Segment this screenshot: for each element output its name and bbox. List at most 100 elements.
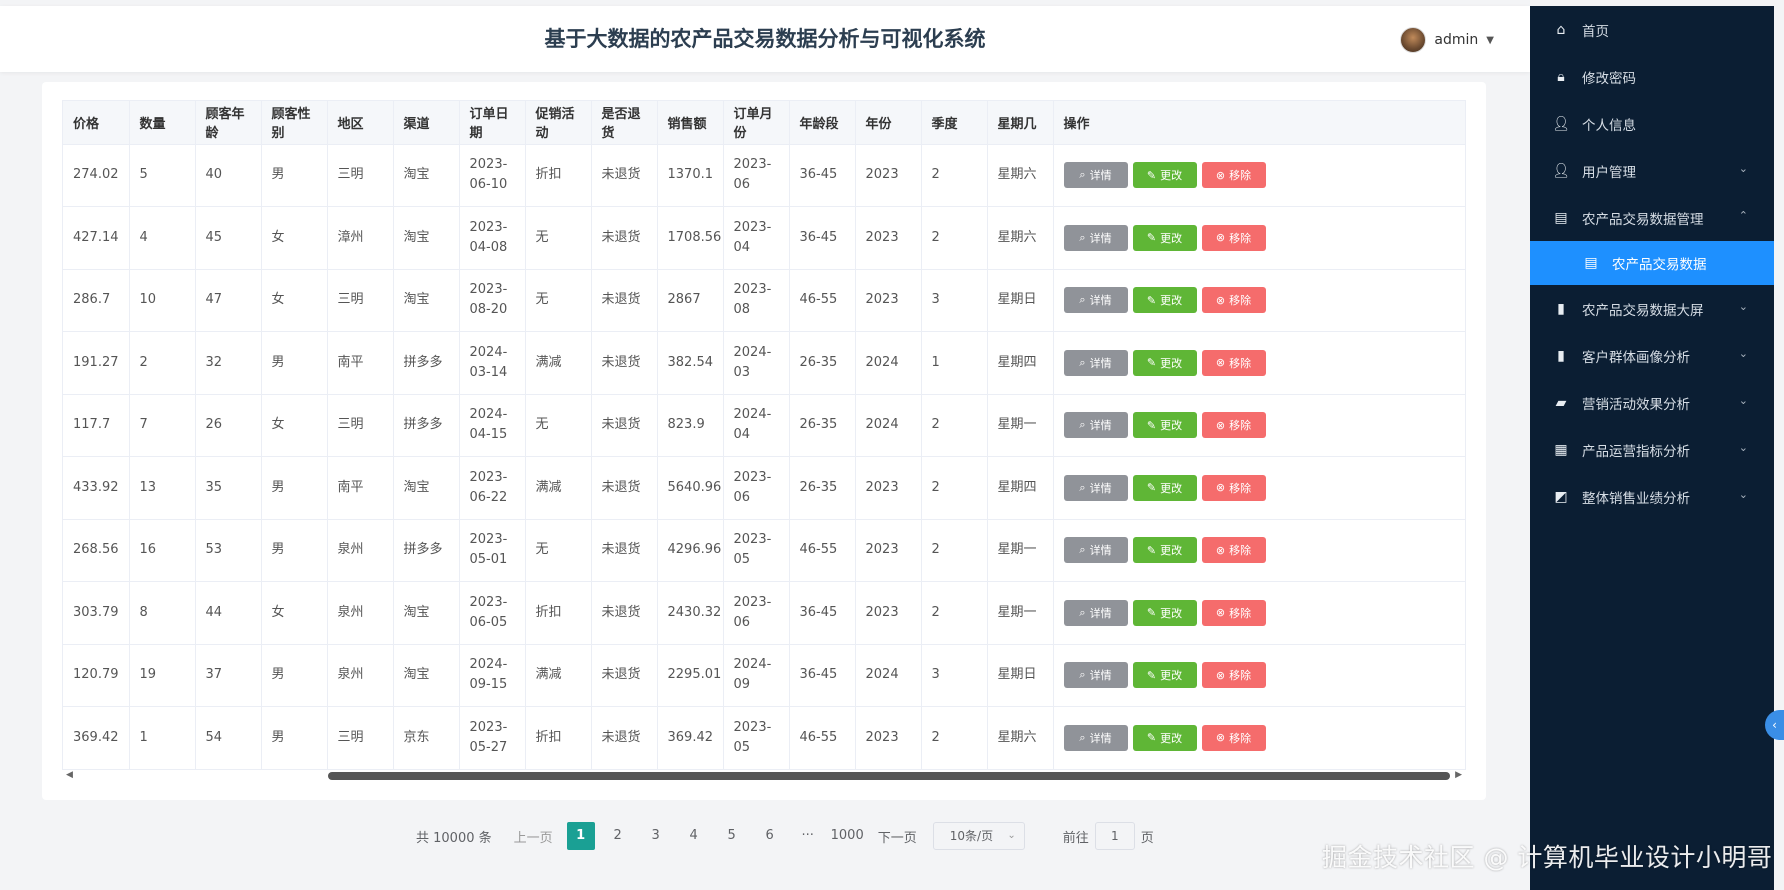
table-cell: 2023 — [855, 706, 922, 769]
table-cell: 星期一 — [987, 394, 1054, 457]
sidebar-item[interactable]: 👤︎ 个人信息 — [1530, 100, 1774, 147]
table-cell: 男 — [261, 144, 328, 207]
edit-button[interactable]: ✎ 更改 — [1132, 724, 1197, 751]
sidebar-item[interactable]: ▰ 营销活动效果分析 ⌄ — [1530, 379, 1774, 426]
table-cell: 南平 — [327, 456, 394, 520]
pencil-icon: ✎ — [1146, 168, 1157, 182]
view-button[interactable]: ⌕ 详情 — [1063, 724, 1128, 751]
view-button[interactable]: ⌕ 详情 — [1063, 349, 1128, 376]
scroll-right-icon[interactable]: ▶ — [1455, 770, 1462, 780]
edit-button[interactable]: ✎ 更改 — [1132, 287, 1197, 314]
scrollbar-thumb[interactable] — [328, 772, 1450, 780]
row-actions: ⌕ 详情 ✎ 更改 ⊗ 移除 — [1063, 537, 1458, 564]
view-button[interactable]: ⌕ 详情 — [1063, 287, 1128, 314]
view-button[interactable]: ⌕ 详情 — [1063, 412, 1128, 439]
table-cell: 女 — [261, 206, 328, 270]
delete-button[interactable]: ⊗ 移除 — [1201, 349, 1266, 376]
username[interactable]: admin — [1434, 32, 1478, 48]
page-number[interactable]: 5 — [717, 822, 747, 850]
sidebar-item[interactable]: ▦ 产品运营指标分析 ⌄ — [1530, 426, 1774, 473]
sidebar-item[interactable]: 🔒︎ 修改密码 — [1530, 53, 1774, 100]
table-cell: 47 — [195, 269, 262, 332]
view-button[interactable]: ⌕ 详情 — [1063, 662, 1128, 689]
page-number[interactable]: 1000 — [831, 822, 864, 850]
sidebar-item[interactable]: ◩ 整体销售业绩分析 ⌄ — [1530, 473, 1774, 520]
table-cell: 泉州 — [327, 644, 394, 707]
column-header: 销售额 — [657, 101, 724, 145]
more-pages-icon[interactable]: ··· — [793, 822, 823, 850]
edit-button[interactable]: ✎ 更改 — [1132, 349, 1197, 376]
table-cell: 286.7 — [63, 269, 130, 332]
delete-button[interactable]: ⊗ 移除 — [1201, 412, 1266, 439]
view-button[interactable]: ⌕ 详情 — [1063, 162, 1128, 189]
caret-down-icon[interactable]: ▼ — [1486, 35, 1494, 46]
sidebar-item[interactable]: ▮ 农产品交易数据大屏 ⌄ — [1530, 285, 1774, 332]
edit-button[interactable]: ✎ 更改 — [1132, 224, 1197, 251]
sidebar-item[interactable]: ▤ 农产品交易数据 — [1530, 241, 1774, 285]
horizontal-scrollbar[interactable]: ◀ ▶ — [62, 770, 1466, 782]
sidebar-item-label: 整体销售业绩分析 — [1582, 490, 1690, 507]
edit-button[interactable]: ✎ 更改 — [1132, 474, 1197, 501]
clipboard-icon: ▤ — [1584, 255, 1598, 271]
sidebar-item[interactable]: ▮ 客户群体画像分析 ⌄ — [1530, 332, 1774, 379]
page-number[interactable]: 2 — [603, 822, 633, 850]
view-button[interactable]: ⌕ 详情 — [1063, 224, 1128, 251]
view-button[interactable]: ⌕ 详情 — [1063, 474, 1128, 501]
table-row: 117.7 7 26 女三明 拼多多 2024-04-15 无未退货 823.9 2024-04… — [63, 394, 1465, 457]
table-cell: 5 — [129, 144, 196, 207]
table-cell: 2024-09-15 — [459, 644, 526, 707]
prev-page-button[interactable]: 上一页 — [514, 827, 553, 846]
table-cell: 2023-06 — [723, 456, 790, 520]
delete-button[interactable]: ⊗ 移除 — [1201, 599, 1266, 626]
page-numbers: 1 2 3 4 5 6 ··· 1000 — [563, 822, 868, 850]
page-number[interactable]: 4 — [679, 822, 709, 850]
app-root: 基于大数据的农产品交易数据分析与可视化系统 admin ▼ 价格 数量 顾客年龄 顾客… — [0, 0, 1784, 890]
table-cell: 2023-06-05 — [459, 581, 526, 645]
table-cell: 369.42 — [657, 706, 724, 769]
delete-button[interactable]: ⊗ 移除 — [1201, 724, 1266, 751]
table-cell: 星期日 — [987, 644, 1054, 707]
delete-button[interactable]: ⊗ 移除 — [1201, 662, 1266, 689]
edit-button[interactable]: ✎ 更改 — [1132, 412, 1197, 439]
page-size-select[interactable]: 10条/页 ⌄ — [932, 822, 1025, 850]
pencil-icon: ✎ — [1146, 543, 1157, 557]
view-button-label: 详情 — [1089, 356, 1112, 370]
user-menu[interactable]: admin ▼ — [1400, 26, 1494, 54]
edit-button[interactable]: ✎ 更改 — [1132, 537, 1197, 564]
bar-chart-icon: ▮ — [1557, 300, 1565, 317]
table-cell: 南平 — [327, 331, 394, 395]
table-row: 274.02 5 40 男三明 淘宝 2023-06-10 折扣 未退货 1370.1 2023-… — [63, 144, 1465, 207]
edit-button[interactable]: ✎ 更改 — [1132, 162, 1197, 189]
sidebar-item[interactable]: 👤︎ 用户管理 ⌄ — [1530, 147, 1774, 194]
edit-button-label: 更改 — [1160, 419, 1183, 433]
delete-button[interactable]: ⊗ 移除 — [1201, 537, 1266, 564]
edit-button[interactable]: ✎ 更改 — [1132, 662, 1197, 689]
page-number[interactable]: 1 — [566, 822, 595, 850]
table-cell: 2 — [921, 581, 988, 645]
goto-page-input[interactable]: 1 — [1094, 822, 1135, 850]
sidebar-item[interactable]: ▤ 农产品交易数据管理 ⌃ — [1530, 194, 1774, 241]
edit-button[interactable]: ✎ 更改 — [1132, 599, 1197, 626]
clipboard-icon: ▤ — [1554, 209, 1568, 226]
view-button[interactable]: ⌕ 详情 — [1063, 599, 1128, 626]
table-cell: 427.14 — [63, 206, 130, 270]
page-number[interactable]: 3 — [641, 822, 671, 850]
delete-button[interactable]: ⊗ 移除 — [1201, 474, 1266, 501]
table-cell: 男 — [261, 456, 328, 520]
delete-button[interactable]: ⊗ 移除 — [1201, 287, 1266, 314]
sidebar-item[interactable]: ⌂ 首页 — [1530, 6, 1774, 53]
next-page-button[interactable]: 下一页 — [878, 827, 917, 846]
row-actions: ⌕ 详情 ✎ 更改 ⊗ 移除 — [1063, 287, 1458, 314]
table-cell: 191.27 — [63, 331, 130, 395]
table-cell: 2024 — [855, 644, 922, 707]
close-circle-icon: ⊗ — [1215, 418, 1226, 432]
table-cell: 2 — [921, 206, 988, 270]
scroll-left-icon[interactable]: ◀ — [66, 770, 73, 780]
delete-button[interactable]: ⊗ 移除 — [1201, 224, 1266, 251]
avatar[interactable] — [1400, 27, 1427, 53]
delete-button[interactable]: ⊗ 移除 — [1201, 162, 1266, 189]
page-number[interactable]: 6 — [755, 822, 785, 850]
view-button[interactable]: ⌕ 详情 — [1063, 537, 1128, 564]
table-cell: 星期六 — [987, 206, 1054, 270]
table-cell: 2023-05-27 — [459, 706, 526, 769]
